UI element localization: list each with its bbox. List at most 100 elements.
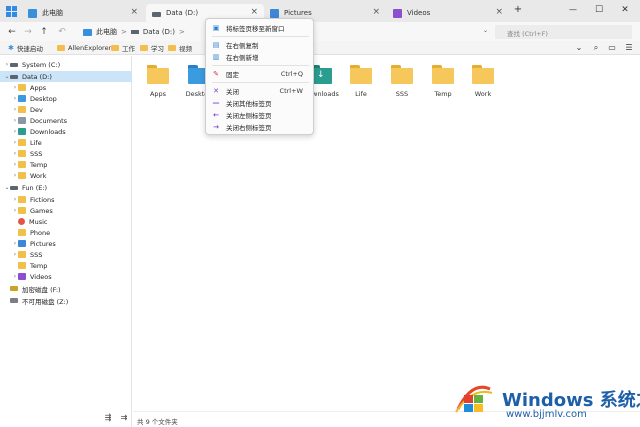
sidebar-item-games[interactable]: › Games (0, 205, 132, 216)
sidebar-item-apps[interactable]: › Apps (0, 82, 132, 93)
sidebar-item-desktop[interactable]: › Desktop (0, 93, 132, 104)
videos-folder-icon (18, 273, 26, 280)
tab-label: Pictures (284, 9, 312, 17)
sidebar-item-documents[interactable]: › Documents (0, 115, 132, 126)
sidebar-item-data-d[interactable]: ⌄ Data (D:) (0, 71, 132, 82)
menu-separator (212, 82, 309, 83)
bookmark-work[interactable]: 工作 (111, 42, 135, 54)
folder-icon (391, 65, 413, 84)
menu-item-close-right[interactable]: → 关闭右侧标签页 (206, 121, 315, 132)
sidebar-item-unavailable-z[interactable]: › 不可用磁盘 (Z:) (0, 295, 132, 306)
tab-close-icon[interactable]: × (372, 7, 380, 17)
sidebar-item-work[interactable]: › Work (0, 170, 132, 181)
breadcrumb-item[interactable]: Data (D:) (143, 28, 175, 36)
menu-item-label: 固定 (226, 70, 239, 79)
sidebar-item-label: Phone (30, 228, 51, 237)
folder-icon (472, 65, 494, 84)
drive-icon (10, 62, 18, 67)
drive-icon (130, 30, 139, 34)
menu-item-close-left[interactable]: ← 关闭左侧标签页 (206, 109, 315, 120)
collapse-icon[interactable]: ⌄ (574, 43, 584, 53)
menu-item-label: 在右侧新增 (226, 53, 259, 62)
drive-icon (10, 74, 18, 79)
breadcrumb-item[interactable]: 此电脑 (96, 27, 117, 37)
up-arrow-icon[interactable]: ↑ (38, 26, 50, 38)
sidebar-item-life[interactable]: › Life (0, 137, 132, 148)
folder-icon (57, 45, 65, 51)
folder-icon (168, 45, 176, 51)
bookmark-video[interactable]: 视频 (168, 42, 192, 54)
pictures-folder-icon (18, 240, 26, 247)
folder-tile[interactable]: Temp (423, 65, 463, 98)
pin-icon: ✎ (213, 69, 219, 78)
tab-label: Videos (407, 9, 431, 17)
expand-all-icon[interactable]: ⇶ (103, 413, 113, 423)
menu-separator (212, 36, 309, 37)
bookmark-allenexplorer[interactable]: AllenExplorer (57, 42, 111, 54)
sidebar-item-label: Fictions (30, 195, 55, 204)
bookmark-quick-launch[interactable]: ✱ 快速启动 (8, 42, 43, 54)
close-icon: ✕ (213, 86, 219, 95)
sidebar-item-dev[interactable]: › Dev (0, 104, 132, 115)
sidebar-item-temp[interactable]: › Temp (0, 159, 132, 170)
sidebar-item-encrypted-f[interactable]: › 加密磁盘 (F:) (0, 283, 132, 294)
sidebar-item-downloads[interactable]: › Downloads (0, 126, 132, 137)
sidebar-item-pictures[interactable]: › Pictures (0, 238, 132, 249)
folder-tile[interactable]: Apps (138, 65, 178, 98)
status-text: 共 9 个文件夹 (137, 418, 178, 426)
sidebar-item-system-c[interactable]: › System (C:) (0, 59, 132, 70)
sidebar-item-videos[interactable]: › Videos (0, 271, 132, 282)
tab-close-icon[interactable]: × (130, 7, 138, 17)
duplicate-tab-icon: ▤ (212, 40, 220, 49)
chevron-down-icon[interactable]: ⌄ (483, 27, 488, 34)
bookmark-study[interactable]: 学习 (140, 42, 164, 54)
menu-item-add-right[interactable]: ▥ 在右侧新增 (206, 51, 315, 62)
close-window-button[interactable]: ✕ (618, 3, 632, 17)
search-icon[interactable]: ⌕ (591, 43, 601, 53)
menu-item-pin[interactable]: ✎ 固定 Ctrl+Q (206, 68, 315, 79)
folder-icon (18, 150, 26, 157)
new-window-icon: ▣ (212, 23, 220, 32)
bookmark-label: 视频 (179, 45, 192, 53)
sidebar-item-phone[interactable]: › Phone (0, 227, 132, 238)
tab-this-pc[interactable]: 此电脑 × (22, 4, 144, 22)
watermark: Windows 系统之家 www.bjjmlv.com (452, 375, 640, 425)
menu-item-duplicate-right[interactable]: ▤ 在右侧复制 (206, 39, 315, 50)
forward-arrow-icon[interactable]: → (22, 26, 34, 38)
sidebar-item-music[interactable]: › Music (0, 216, 132, 227)
close-left-icon: ← (213, 110, 219, 119)
sidebar-item-fun-e[interactable]: ⌄ Fun (E:) (0, 182, 132, 193)
folder-icon (18, 251, 26, 258)
layout-icon[interactable]: ▭ (607, 43, 617, 53)
sidebar-item-temp-e[interactable]: › Temp (0, 260, 132, 271)
folder-tile[interactable]: SSS (382, 65, 422, 98)
menu-item-close[interactable]: ✕ 关闭 Ctrl+W (206, 85, 315, 96)
tab-close-icon[interactable]: × (495, 7, 503, 17)
menu-item-close-others[interactable]: — 关闭其他标签页 (206, 97, 315, 108)
sidebar-item-fictions[interactable]: › Fictions (0, 194, 132, 205)
sidebar-item-sss[interactable]: › SSS (0, 148, 132, 159)
sidebar-item-label: Data (D:) (22, 72, 52, 81)
shortcut-label: Ctrl+Q (280, 69, 303, 78)
new-tab-button[interactable]: + (511, 3, 525, 17)
videos-folder-icon (393, 8, 402, 18)
folder-icon (140, 45, 148, 51)
menu-item-move-to-new-window[interactable]: ▣ 将标签页移至新窗口 (206, 22, 315, 33)
back-arrow-icon[interactable]: ← (6, 26, 18, 38)
folder-tile[interactable]: Work (463, 65, 503, 98)
menu-item-label: 关闭其他标签页 (226, 99, 272, 108)
maximize-button[interactable]: ☐ (592, 3, 606, 17)
search-input[interactable]: 查找 (Ctrl+F) (495, 25, 632, 39)
undo-icon[interactable]: ↶ (56, 26, 68, 38)
tab-label: Data (D:) (166, 9, 199, 17)
tab-videos[interactable]: Videos × (387, 4, 509, 22)
sidebar-item-label: Videos (30, 272, 52, 281)
folder-icon (18, 172, 26, 179)
tab-close-icon[interactable]: × (250, 7, 258, 17)
encrypted-drive-icon (10, 286, 18, 291)
folder-tile[interactable]: Life (341, 65, 381, 98)
more-icon[interactable]: ☰ (624, 43, 634, 53)
minimize-button[interactable]: — (566, 3, 580, 17)
sidebar-item-sss-e[interactable]: › SSS (0, 249, 132, 260)
collapse-all-icon[interactable]: ⇉ (119, 413, 129, 423)
